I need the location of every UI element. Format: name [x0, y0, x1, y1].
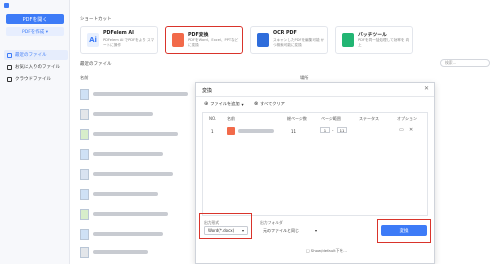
divider	[196, 96, 434, 97]
file-thumbnail	[80, 89, 89, 100]
output-folder-select[interactable]: 元のファイルと同じ ▾	[260, 226, 320, 235]
file-name-blurred	[93, 192, 158, 196]
batch-icon	[342, 33, 354, 47]
header-total-pages: 総ページ数	[287, 116, 307, 121]
header-name: 名前	[227, 116, 235, 121]
clear-all-button[interactable]: ⊗ すべてクリア	[254, 100, 285, 108]
sidebar-item-favorites[interactable]: お気に入りのファイル	[4, 62, 68, 72]
ocr-icon	[257, 33, 269, 47]
remove-icon[interactable]: ✕	[409, 127, 413, 133]
ai-icon: Ai	[87, 33, 99, 47]
file-table: NO. 名前 総ページ数 ページ範囲 ステータス オプション 1 11 1 - …	[202, 112, 428, 216]
card-desc: PDFをWord、Excel、PPTなど に変換	[188, 38, 239, 47]
recent-title: 最近のファイル	[80, 62, 112, 67]
card-desc: PDFを同一括処理して効率を 向上	[358, 38, 410, 47]
card-desc: PDFelem AI でPDFをより スマートに操作	[103, 38, 155, 47]
search-input[interactable]: 検索...	[440, 59, 490, 67]
sidebar: PDFを開く PDFを作成 ▾ 最近のファイル お気に入りのファイル クラウドフ…	[0, 0, 70, 264]
add-files-label: ファイルを追加	[210, 101, 240, 106]
app-logo-icon	[4, 3, 9, 8]
file-name-blurred	[93, 92, 188, 96]
file-name-blurred	[93, 232, 163, 236]
cloud-icon	[7, 76, 12, 82]
file-name-blurred	[93, 152, 163, 156]
file-thumbnail	[80, 229, 89, 240]
star-icon	[7, 64, 12, 70]
card-title: OCR PDF	[273, 31, 297, 36]
close-icon[interactable]: ✕	[424, 85, 429, 92]
card-desc: スキャンしたPDFを編集可能 かつ検索可能に変換	[273, 38, 325, 47]
header-page-range: ページ範囲	[321, 116, 341, 121]
page-range-to[interactable]: 11	[337, 127, 347, 133]
file-name-blurred	[93, 172, 173, 176]
folder-icon[interactable]: ▭	[399, 127, 404, 133]
file-thumbnail	[80, 247, 89, 258]
clock-icon	[7, 52, 12, 58]
shortcut-card-batch[interactable]: バッチツール PDFを同一括処理して効率を 向上	[335, 26, 413, 54]
add-files-button[interactable]: ⊕ ファイルを追加 ▾	[204, 100, 244, 108]
pdf-file-icon	[227, 127, 235, 135]
card-title: PDF変換	[188, 33, 209, 38]
trash-icon: ⊗	[254, 101, 259, 107]
sidebar-item-recent[interactable]: 最近のファイル	[4, 50, 68, 60]
range-separator: -	[332, 128, 334, 133]
header-status: ステータス	[359, 116, 379, 121]
sidebar-item-label: クラウドファイル	[15, 77, 51, 82]
sidebar-item-cloud[interactable]: クラウドファイル	[4, 74, 68, 84]
open-pdf-button[interactable]: PDFを開く	[6, 14, 64, 24]
column-location: 場所	[300, 75, 309, 80]
card-title: PDFelem AI	[103, 31, 134, 36]
page-range-from[interactable]: 1	[320, 127, 330, 133]
convert-dialog: 変換 ✕ ⊕ ファイルを追加 ▾ ⊗ すべてクリア NO. 名前 総ページ数 ペ…	[195, 82, 435, 264]
pdf-convert-icon	[172, 33, 184, 47]
file-thumbnail	[80, 109, 89, 120]
file-thumbnail	[80, 129, 89, 140]
header-no: NO.	[209, 116, 217, 121]
file-thumbnail	[80, 189, 89, 200]
shortcuts-title: ショートカット	[80, 17, 112, 22]
shortcut-card-ai[interactable]: Ai PDFelem AI PDFelem AI でPDFをより スマートに操作	[80, 26, 158, 54]
file-name-blurred	[93, 132, 178, 136]
column-name: 名前	[80, 75, 89, 80]
file-name-blurred	[93, 250, 148, 254]
file-name-blurred	[238, 129, 274, 133]
row-total-pages: 11	[291, 129, 297, 134]
clear-all-label: すべてクリア	[260, 101, 285, 106]
row-no: 1	[211, 129, 214, 134]
create-pdf-button[interactable]: PDFを作成 ▾	[6, 27, 64, 36]
dialog-title: 変換	[202, 88, 213, 94]
file-thumbnail	[80, 169, 89, 180]
highlight-convert	[377, 219, 431, 243]
show-default-checkbox[interactable]: □ Show/default下を...	[306, 248, 347, 254]
header-options: オプション	[397, 116, 417, 121]
chevron-down-icon: ▾	[314, 228, 317, 233]
file-thumbnail	[80, 149, 89, 160]
highlight-output-format	[199, 213, 252, 239]
plus-icon: ⊕	[204, 101, 209, 107]
card-title: バッチツール	[358, 33, 387, 38]
file-name-blurred	[93, 112, 153, 116]
file-name-blurred	[93, 212, 168, 216]
shortcut-card-ocr[interactable]: OCR PDF スキャンしたPDFを編集可能 かつ検索可能に変換	[250, 26, 328, 54]
sidebar-item-label: お気に入りのファイル	[15, 65, 60, 70]
shortcut-card-convert[interactable]: PDF変換 PDFをWord、Excel、PPTなど に変換	[165, 26, 243, 54]
sidebar-item-label: 最近のファイル	[15, 53, 47, 58]
file-thumbnail	[80, 209, 89, 220]
output-folder-value: 元のファイルと同じ	[263, 227, 299, 233]
chevron-down-icon: ▾	[241, 101, 244, 107]
